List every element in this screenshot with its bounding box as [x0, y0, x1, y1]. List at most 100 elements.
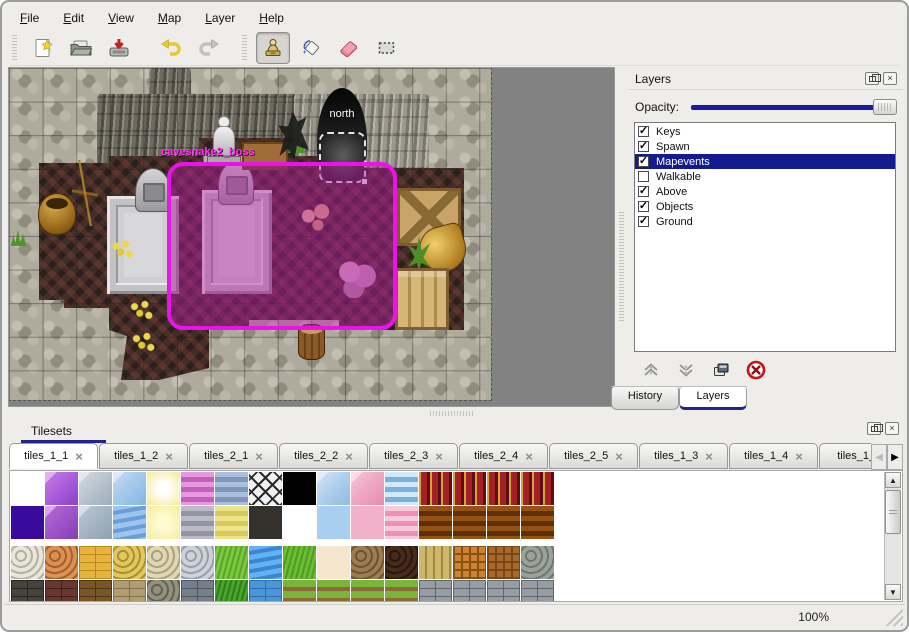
scroll-down-icon[interactable]: ▼ [885, 584, 901, 600]
tileset-tile[interactable] [283, 472, 316, 505]
tileset-tile[interactable] [487, 546, 520, 579]
tileset-tile[interactable] [11, 506, 44, 539]
map-event-selection[interactable] [167, 162, 397, 330]
tab-history[interactable]: History [611, 387, 679, 410]
tileset-tile[interactable] [147, 506, 180, 539]
tileset-tile[interactable] [521, 506, 554, 539]
undo-button[interactable] [154, 32, 188, 64]
tileset-tile[interactable] [521, 580, 554, 602]
tileset-tile[interactable] [113, 506, 146, 539]
tileset-tile[interactable] [181, 472, 214, 505]
tileset-tile[interactable] [385, 506, 418, 539]
close-tab-icon[interactable]: × [165, 450, 173, 463]
tileset-tile[interactable] [215, 546, 248, 579]
tileset-tile[interactable] [487, 472, 520, 505]
tileset-tile[interactable] [11, 546, 44, 579]
tileset-tile[interactable] [79, 506, 112, 539]
tileset-tile[interactable] [249, 580, 282, 602]
tileset-tile[interactable] [521, 472, 554, 505]
eraser-tool-button[interactable] [332, 32, 366, 64]
scroll-up-icon[interactable]: ▲ [885, 472, 901, 488]
tileset-tile[interactable] [419, 580, 452, 602]
delete-layer-button[interactable] [744, 358, 768, 382]
layer-row-above[interactable]: ✓Above [635, 184, 895, 199]
select-tool-button[interactable] [370, 32, 404, 64]
tileset-tile[interactable] [453, 580, 486, 602]
tileset-tile[interactable] [317, 546, 350, 579]
layer-row-keys[interactable]: ✓Keys [635, 124, 895, 139]
lower-layer-button[interactable] [674, 358, 698, 382]
opacity-slider-handle[interactable] [873, 99, 897, 115]
close-tab-icon[interactable]: × [75, 450, 83, 463]
tileset-tab-tiles_2_3[interactable]: tiles_2_3× [369, 443, 458, 469]
map-canvas[interactable]: north cavesnake2_boss [9, 68, 491, 400]
menu-map[interactable]: Map [150, 9, 189, 27]
tileset-tile[interactable] [351, 546, 384, 579]
tileset-tile[interactable] [147, 546, 180, 579]
close-tab-icon[interactable]: × [795, 450, 803, 463]
tileset-tile[interactable] [113, 546, 146, 579]
vertical-splitter[interactable] [614, 68, 629, 406]
tileset-tile[interactable] [113, 580, 146, 602]
close-tab-icon[interactable]: × [345, 450, 353, 463]
tileset-tile[interactable] [351, 580, 384, 602]
opacity-slider[interactable] [691, 105, 895, 110]
menu-view[interactable]: View [100, 9, 142, 27]
tileset-tile[interactable] [385, 580, 418, 602]
menu-layer[interactable]: Layer [197, 9, 243, 27]
tileset-tile[interactable] [79, 546, 112, 579]
scroll-tabs-left-icon[interactable]: ◀ [871, 444, 887, 470]
tileset-tile[interactable] [215, 506, 248, 539]
redo-button[interactable] [192, 32, 226, 64]
menu-help[interactable]: Help [251, 9, 292, 27]
stamp-tool-button[interactable] [256, 32, 290, 64]
tileset-scrollbar[interactable]: ▲ ▼ [884, 472, 901, 600]
tileset-tab-tiles_1_4[interactable]: tiles_1_4× [729, 443, 818, 469]
unchecked-checkbox-icon[interactable] [638, 171, 649, 182]
open-map-button[interactable] [64, 32, 98, 64]
tileset-tile[interactable] [79, 580, 112, 602]
tileset-tile-empty[interactable] [11, 472, 44, 505]
tileset-tile[interactable] [181, 506, 214, 539]
layer-row-walkable[interactable]: Walkable [635, 169, 895, 184]
tileset-tile[interactable] [419, 472, 452, 505]
tileset-tab-tiles_2_2[interactable]: tiles_2_2× [279, 443, 368, 469]
map-view[interactable]: north cavesnake2_boss [9, 68, 614, 406]
tileset-tab-tiles_1_[interactable]: tiles_1_× [819, 443, 871, 469]
tileset-tile[interactable] [317, 506, 350, 539]
float-tilesets-icon[interactable] [867, 422, 881, 435]
tilesets-title-tab[interactable]: Tilesets [21, 421, 106, 443]
tileset-tile-empty[interactable] [283, 506, 316, 539]
tileset-tab-tiles_2_5[interactable]: tiles_2_5× [549, 443, 638, 469]
horizontal-splitter[interactable] [9, 408, 903, 418]
close-tab-icon[interactable]: × [435, 450, 443, 463]
tileset-tab-tiles_1_3[interactable]: tiles_1_3× [639, 443, 728, 469]
tileset-tile[interactable] [351, 472, 384, 505]
checked-checkbox-icon[interactable]: ✓ [638, 126, 649, 137]
close-panel-icon[interactable]: × [883, 72, 897, 85]
close-tab-icon[interactable]: × [705, 450, 713, 463]
tileset-tile[interactable] [147, 472, 180, 505]
layer-row-spawn[interactable]: ✓Spawn [635, 139, 895, 154]
resize-grip[interactable] [885, 608, 903, 626]
tileset-tile[interactable] [215, 580, 248, 602]
fill-tool-button[interactable] [294, 32, 328, 64]
tileset-tab-tiles_2_4[interactable]: tiles_2_4× [459, 443, 548, 469]
float-panel-icon[interactable] [865, 72, 879, 85]
tileset-tile[interactable] [249, 472, 282, 505]
layer-row-ground[interactable]: ✓Ground [635, 214, 895, 229]
checked-checkbox-icon[interactable]: ✓ [638, 141, 649, 152]
new-map-button[interactable] [26, 32, 60, 64]
tileset-tile[interactable] [487, 506, 520, 539]
tileset-tile[interactable] [45, 580, 78, 602]
save-map-button[interactable] [102, 32, 136, 64]
close-tilesets-icon[interactable]: × [885, 422, 899, 435]
tileset-tab-tiles_2_1[interactable]: tiles_2_1× [189, 443, 278, 469]
tileset-tile[interactable] [181, 580, 214, 602]
tileset-tile[interactable] [419, 546, 452, 579]
close-tab-icon[interactable]: × [615, 450, 623, 463]
tileset-tile[interactable] [385, 472, 418, 505]
tileset-tile[interactable] [11, 580, 44, 602]
checked-checkbox-icon[interactable]: ✓ [638, 216, 649, 227]
checked-checkbox-icon[interactable]: ✓ [638, 201, 649, 212]
